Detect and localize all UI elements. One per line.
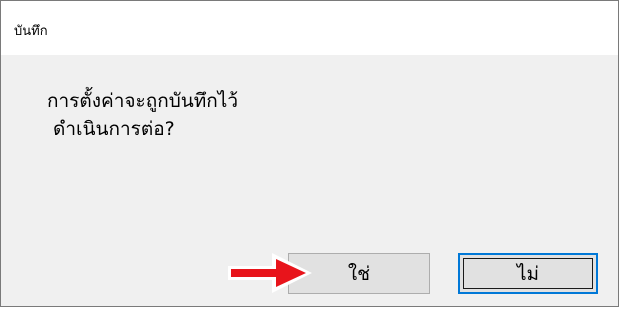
no-button[interactable]: ไม่: [458, 253, 598, 294]
yes-button-label: ใช่: [347, 262, 371, 285]
dialog-title: บันทึก: [14, 24, 48, 39]
no-button-label: ไม่: [516, 262, 540, 285]
right-arrow-icon: [228, 253, 312, 293]
message-line-2: ดำเนินการต่อ?: [53, 118, 175, 140]
title-bar[interactable]: บันทึก: [1, 1, 618, 55]
dialog-message: การตั้งค่าจะถูกบันทึกไว้ ดำเนินการต่อ?: [47, 87, 238, 143]
message-line-1: การตั้งค่าจะถูกบันทึกไว้: [47, 90, 239, 112]
